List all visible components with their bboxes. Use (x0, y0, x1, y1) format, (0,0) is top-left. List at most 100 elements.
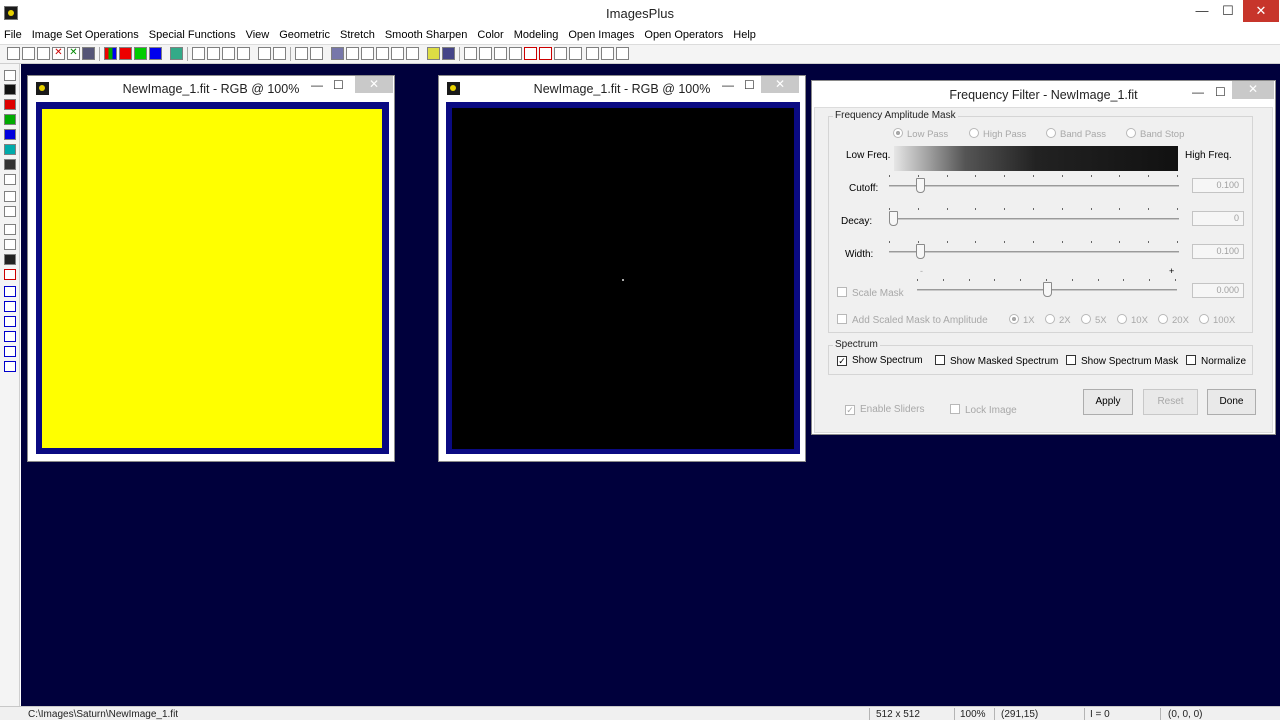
radio-100x[interactable]: 100X (1199, 314, 1235, 326)
show-masked-spectrum-box[interactable] (935, 355, 945, 365)
dialog-minimize-button[interactable]: — (1192, 85, 1204, 99)
menu-open-images[interactable]: Open Images (563, 27, 639, 43)
pencil-icon[interactable] (427, 47, 440, 60)
histogram-icon[interactable] (331, 47, 344, 60)
close-button[interactable]: ✕ (1243, 0, 1279, 22)
normalize-checkbox[interactable]: Normalize (1186, 355, 1246, 367)
show-spectrum-mask-checkbox[interactable]: Show Spectrum Mask (1066, 355, 1178, 367)
close-all-icon[interactable]: ✕ (67, 47, 80, 60)
decay-slider[interactable] (889, 208, 1179, 228)
cyan-tool-icon[interactable] (4, 144, 16, 155)
show-spectrum-checkbox[interactable]: ✓ Show Spectrum (837, 355, 923, 366)
green-channel-icon[interactable] (134, 47, 147, 60)
info-icon[interactable] (442, 47, 455, 60)
image-window-1[interactable]: NewImage_1.fit - RGB @ 100% — ☐ ✕ (27, 75, 395, 462)
save-icon[interactable] (37, 47, 50, 60)
show-masked-spectrum-checkbox[interactable]: Show Masked Spectrum (935, 355, 1058, 367)
tile-icon[interactable] (569, 47, 582, 60)
select-tool-icon[interactable] (4, 224, 16, 235)
image-window-2[interactable]: NewImage_1.fit - RGB @ 100% — ☐ ✕ (438, 75, 806, 462)
crop-tool-icon[interactable] (4, 174, 16, 185)
menu-stretch[interactable]: Stretch (335, 27, 380, 43)
image-maximize-button[interactable]: ☐ (333, 78, 344, 92)
undo-icon[interactable] (192, 47, 205, 60)
grid-icon[interactable] (391, 47, 404, 60)
show-spectrum-mask-box[interactable] (1066, 355, 1076, 365)
cutoff-value[interactable]: 0.100 (1192, 178, 1244, 193)
image-close-button[interactable]: ✕ (355, 76, 393, 93)
rgb-icon[interactable] (104, 47, 117, 60)
radio-1x[interactable]: 1X (1009, 314, 1035, 326)
scale-mask-box[interactable] (837, 287, 847, 297)
radio-low-pass[interactable]: Low Pass (893, 128, 948, 140)
width-value[interactable]: 0.100 (1192, 244, 1244, 259)
copy-icon[interactable] (82, 47, 95, 60)
menu-smooth-sharpen[interactable]: Smooth Sharpen (380, 27, 473, 43)
move-tool-icon[interactable] (4, 286, 16, 297)
add-scaled-mask-box[interactable] (837, 314, 847, 324)
spectrum-canvas[interactable] (452, 108, 794, 449)
lock-image-box[interactable] (950, 404, 960, 414)
menu-view[interactable]: View (241, 27, 275, 43)
gradient-tool-icon[interactable] (4, 206, 16, 217)
radio-high-pass[interactable]: High Pass (969, 128, 1026, 140)
dialog-maximize-button[interactable]: ☐ (1215, 85, 1226, 99)
radio-10x[interactable]: 10X (1117, 314, 1148, 326)
radio-band-pass[interactable]: Band Pass (1046, 128, 1106, 140)
up-tool-icon[interactable] (4, 301, 16, 312)
zoom-out-icon[interactable] (479, 47, 492, 60)
crosshair-icon[interactable] (361, 47, 374, 60)
save-tool-icon[interactable] (4, 70, 16, 81)
add-icon[interactable] (524, 47, 537, 60)
curve-icon[interactable] (310, 47, 323, 60)
green-tool-icon[interactable] (4, 114, 16, 125)
maximize-button[interactable]: ☐ (1213, 0, 1243, 22)
image-close-button[interactable]: ✕ (761, 76, 799, 93)
rotate-left-icon[interactable] (4, 331, 16, 342)
apply-button[interactable]: Apply (1083, 389, 1133, 415)
minimize-all-icon[interactable] (601, 47, 614, 60)
stop-icon[interactable] (273, 47, 286, 60)
zoom-fit-icon[interactable] (494, 47, 507, 60)
red-channel-icon[interactable] (119, 47, 132, 60)
window-icon[interactable] (554, 47, 567, 60)
stack-icon[interactable] (406, 47, 419, 60)
lock-image-checkbox[interactable]: Lock Image (950, 404, 1017, 416)
undo-all-icon[interactable] (222, 47, 235, 60)
blue-channel-icon[interactable] (149, 47, 162, 60)
menu-special-functions[interactable]: Special Functions (144, 27, 241, 43)
cutoff-slider-thumb[interactable] (916, 178, 925, 193)
add-scaled-mask-checkbox[interactable]: Add Scaled Mask to Amplitude (837, 314, 988, 326)
plus-icon[interactable] (376, 47, 389, 60)
show-spectrum-box[interactable]: ✓ (837, 356, 847, 366)
zoom-in-icon[interactable] (464, 47, 477, 60)
redo-all-icon[interactable] (237, 47, 250, 60)
image-minimize-button[interactable]: — (722, 78, 734, 92)
width-slider-thumb[interactable] (916, 244, 925, 259)
close-image-icon[interactable]: ✕ (52, 47, 65, 60)
redo-icon[interactable] (207, 47, 220, 60)
radio-band-stop[interactable]: Band Stop (1126, 128, 1184, 140)
image-minimize-button[interactable]: — (311, 78, 323, 92)
right-tool-icon[interactable] (4, 316, 16, 327)
line-icon[interactable] (295, 47, 308, 60)
menu-modeling[interactable]: Modeling (509, 27, 564, 43)
new-icon[interactable] (7, 47, 20, 60)
rotate-right-icon[interactable] (4, 346, 16, 357)
cascade-icon[interactable] (586, 47, 599, 60)
menu-geometric[interactable]: Geometric (274, 27, 335, 43)
flip-tool-icon[interactable] (4, 361, 16, 372)
open-icon[interactable] (22, 47, 35, 60)
decay-slider-thumb[interactable] (889, 211, 898, 226)
scale-mask-checkbox[interactable]: Scale Mask (837, 287, 904, 299)
lasso-tool-icon[interactable] (4, 191, 16, 202)
menu-image-set-operations[interactable]: Image Set Operations (27, 27, 144, 43)
radio-5x[interactable]: 5X (1081, 314, 1107, 326)
menu-open-operators[interactable]: Open Operators (639, 27, 728, 43)
scale-mask-slider[interactable] (917, 279, 1177, 299)
mask-tool-icon[interactable] (4, 254, 16, 265)
normalize-box[interactable] (1186, 355, 1196, 365)
red-tool-icon[interactable] (4, 99, 16, 110)
mono-tool-icon[interactable] (4, 159, 16, 170)
radio-2x[interactable]: 2X (1045, 314, 1071, 326)
